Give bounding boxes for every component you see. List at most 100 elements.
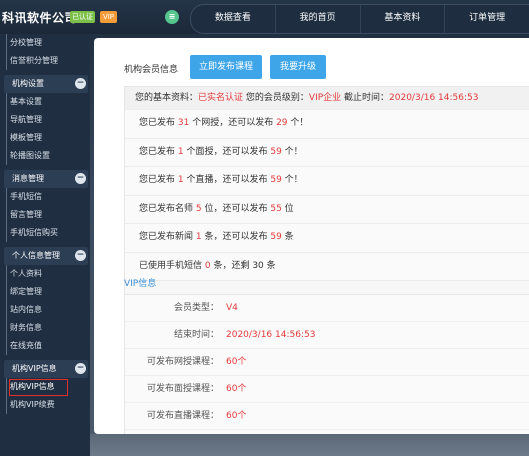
vip-row: 会员类型： V4 — [125, 295, 529, 322]
info-text: 您的基本资料： — [135, 93, 199, 103]
top-nav: 数据查看 我的首页 基本资料 订单管理 — [190, 4, 529, 34]
sidebar-item-credit[interactable]: 信誉积分管理 — [0, 52, 90, 70]
info-row-sms: 已使用手机短信 0 条，还剩 30 条 — [125, 252, 529, 281]
top-bar: 科讯软件公司 已认证 VIP ≡ 数据查看 我的首页 基本资料 订单管理 — [0, 0, 529, 34]
info-text: 截止时间： — [341, 93, 390, 103]
info-text: 您已发布新闻 — [139, 232, 196, 242]
collapse-icon[interactable]: − — [75, 250, 86, 261]
count-remaining: 59 — [270, 146, 282, 157]
vip-label: 会员类型： — [173, 303, 219, 313]
sidebar-group-label: 机构设置 — [12, 79, 44, 88]
info-text: 个！ — [281, 175, 303, 185]
upgrade-button[interactable]: 我要升级 — [270, 55, 326, 79]
sidebar-group-label: 个人信息管理 — [12, 251, 60, 260]
vip-row: 可发布面授课程： 60个 — [125, 376, 529, 403]
sidebar-item-inbox[interactable]: 站内信息 — [0, 301, 90, 319]
bottom-shade — [90, 434, 529, 456]
sidebar-item-sms-purchase[interactable]: 手机短信购买 — [0, 224, 90, 242]
vip-row: 可发布网授课程： 60个 — [125, 349, 529, 376]
vip-row: 结束时间： 2020/3/16 14:56:53 — [125, 322, 529, 349]
info-row-basic: 您的基本资料：已实名认证 您的会员级别：VIP企业 截止时间：2020/3/16… — [125, 87, 529, 110]
count-remaining: 55 — [270, 203, 282, 214]
nav-tab-orders[interactable]: 订单管理 — [445, 5, 529, 33]
sidebar-group-messages[interactable]: 消息管理 − — [4, 170, 88, 188]
count-remaining: 59 — [270, 232, 282, 242]
count-used: 31 — [177, 118, 190, 128]
sidebar-item-binding[interactable]: 绑定管理 — [0, 283, 90, 301]
vip-label: 结束时间： — [173, 330, 219, 340]
sidebar-item-template-manage[interactable]: 模板管理 — [0, 129, 90, 147]
vip-label: 可发布面授课程： — [146, 384, 219, 394]
vip-value: 60个 — [226, 384, 247, 394]
vip-value: 60个 — [226, 357, 247, 367]
info-text: 条，还剩 30 条 — [210, 260, 276, 271]
collapse-icon[interactable]: − — [75, 173, 86, 184]
info-text: 个！ — [281, 146, 303, 157]
menu-toggle-icon[interactable]: ≡ — [165, 10, 179, 24]
info-text: 位 — [281, 203, 294, 214]
sidebar-item-profile[interactable]: 个人资料 — [0, 265, 90, 283]
info-row-teachers: 您已发布名师 5 位，还可以发布 55 位 — [125, 195, 529, 224]
nav-tab-data[interactable]: 数据查看 — [191, 5, 276, 33]
vip-badge: VIP — [100, 11, 117, 23]
sidebar-item-basic-settings[interactable]: 基本设置 — [0, 93, 90, 111]
sidebar-item-campus[interactable]: 分校管理 — [0, 34, 90, 52]
nav-tab-profile[interactable]: 基本资料 — [361, 5, 446, 33]
sidebar-group-label: 消息管理 — [12, 174, 44, 183]
sidebar-item-vip-info[interactable]: 机构VIP信息 — [0, 378, 90, 396]
vip-info-box: 会员类型： V4 结束时间： 2020/3/16 14:56:53 可发布网授课… — [124, 294, 529, 434]
publish-course-button[interactable]: 立即发布课程 — [190, 55, 262, 79]
info-row-online: 您已发布 31 个网授，还可以发布 29 个！ — [125, 110, 529, 139]
info-text: 条 — [281, 232, 294, 242]
vip-section-title: VIP信息 — [124, 279, 157, 289]
info-row-live: 您已发布 1 个直播，还可以发布 59 个！ — [125, 167, 529, 196]
main-panel: 机构会员信息 立即发布课程 我要升级 您的基本资料：已实名认证 您的会员级别：V… — [94, 38, 529, 434]
sidebar-item-carousel[interactable]: 轮播图设置 — [0, 147, 90, 165]
info-row-news: 您已发布新闻 1 条，还可以发布 59 条 — [125, 224, 529, 253]
sidebar-group-label: 机构VIP信息 — [12, 364, 57, 373]
info-text: 个面授，还可以发布 — [183, 146, 271, 157]
info-text: 您已发布 — [139, 175, 178, 185]
collapse-icon[interactable]: − — [75, 363, 86, 374]
vip-value: 2020/3/16 14:56:53 — [226, 330, 316, 340]
vip-label: 可发布网授课程： — [146, 357, 219, 367]
certified-badge: 已认证 — [70, 11, 95, 23]
info-text: 您已发布 — [139, 118, 178, 128]
expiry-time: 2020/3/16 14:56:53 — [389, 93, 479, 103]
sidebar-item-guestbook[interactable]: 留言管理 — [0, 206, 90, 224]
sidebar-item-sms[interactable]: 手机短信 — [0, 188, 90, 206]
sidebar-item-finance[interactable]: 财务信息 — [0, 319, 90, 337]
company-name: 科讯软件公司 — [2, 11, 78, 25]
member-level: VIP企业 — [308, 93, 342, 103]
page-title: 机构会员信息 — [124, 65, 179, 75]
sidebar-group-org-settings[interactable]: 机构设置 − — [4, 75, 88, 93]
count-remaining: 59 — [270, 175, 282, 185]
info-row-offline: 您已发布 1 个面授，还可以发布 59 个！ — [125, 138, 529, 167]
active-highlight — [9, 379, 68, 396]
vip-value: V4 — [226, 303, 238, 313]
sidebar-item-nav-manage[interactable]: 导航管理 — [0, 111, 90, 129]
toolbar: 机构会员信息 立即发布课程 我要升级 — [94, 54, 529, 82]
info-text: 您已发布 — [139, 146, 178, 157]
sidebar: 分校管理 信誉积分管理 机构设置 − 基本设置 导航管理 模板管理 轮播图设置 … — [0, 34, 90, 456]
info-text: 位，还可以发布 — [201, 203, 271, 214]
count-remaining: 29 — [276, 118, 288, 128]
vip-value: 60个 — [226, 411, 247, 421]
collapse-icon[interactable]: − — [75, 78, 86, 89]
sidebar-item-vip-renew[interactable]: 机构VIP续费 — [0, 396, 90, 414]
info-text: 您的会员级别： — [243, 93, 309, 103]
info-text: 已使用手机短信 — [139, 260, 205, 271]
info-text: 条，还可以发布 — [201, 232, 271, 242]
vip-row: 可发布直播课程： 60个 — [125, 403, 529, 430]
cert-status: 已实名认证 — [198, 93, 244, 103]
info-text: 个直播，还可以发布 — [183, 175, 271, 185]
nav-tab-home[interactable]: 我的首页 — [276, 5, 361, 33]
member-info-box: 您的基本资料：已实名认证 您的会员级别：VIP企业 截止时间：2020/3/16… — [124, 86, 529, 314]
vip-label: 可发布直播课程： — [146, 411, 219, 421]
sidebar-group-personal[interactable]: 个人信息管理 − — [4, 247, 88, 265]
sidebar-group-vip[interactable]: 机构VIP信息 − — [4, 360, 88, 378]
sidebar-item-recharge[interactable]: 在线充值 — [0, 337, 90, 355]
info-text: 您已发布名师 — [139, 203, 196, 214]
info-text: 个！ — [287, 118, 309, 128]
info-text: 个网授，还可以发布 — [189, 118, 277, 128]
